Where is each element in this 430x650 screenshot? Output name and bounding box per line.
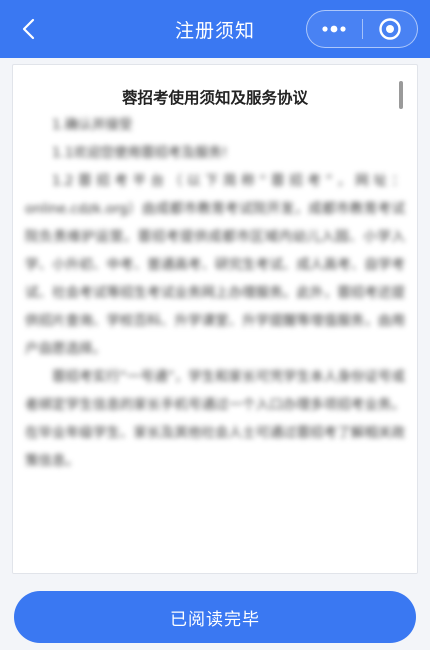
more-dots-icon [322,25,346,33]
close-miniprogram-button[interactable] [363,11,418,47]
target-circle-icon [379,18,401,40]
agreement-body: 1.确认并接受 1.1欢迎您使用蓉招考及服务! 1.2蓉招考平台（以下简称“蓉招… [25,111,405,475]
agreement-paragraph: 1.1欢迎您使用蓉招考及服务! [52,145,228,161]
page-title: 注册须知 [174,19,255,42]
agreement-paragraph: 1.确认并接受 [52,117,133,133]
mini-program-capsule [306,10,418,48]
agreement-paragraph: 1.2蓉招考平台（以下简称“蓉招考”，网址：online.cdzk.org）由成… [25,173,405,357]
agreement-title: 蓉招考使用须知及服务协议 [121,89,308,107]
chevron-left-icon [22,18,35,40]
bottom-fade [13,533,417,573]
back-button[interactable] [14,15,42,43]
finished-reading-button[interactable]: 已阅读完毕 [14,591,416,643]
agreement-scroll-panel[interactable]: 蓉招考使用须知及服务协议 1.确认并接受 1.1欢迎您使用蓉招考及服务! 1.2… [12,64,418,574]
agreement-paragraph: 蓉招考实行“一号通”，学生和家长可凭学生本人身份证号或者绑定学生信息的家长手机号… [25,369,405,469]
more-button[interactable] [307,11,362,47]
navigation-bar: 注册须知 [0,0,430,58]
